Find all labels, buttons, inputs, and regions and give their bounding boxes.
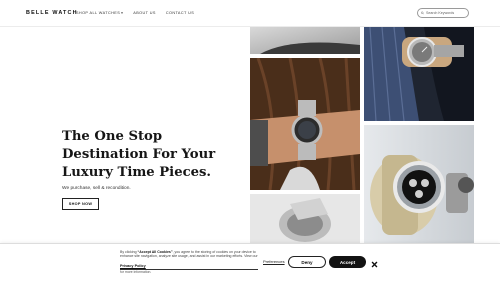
nav-contact-us[interactable]: CONTACT US bbox=[166, 11, 194, 15]
close-banner-button[interactable] bbox=[369, 256, 379, 268]
brand-logo[interactable]: BELLE WATCH bbox=[26, 10, 78, 16]
accept-button[interactable]: Accept bbox=[329, 256, 366, 268]
chevron-down-icon: ▾ bbox=[121, 11, 124, 15]
cookie-banner bbox=[0, 243, 500, 281]
nav-shop-all-watches[interactable]: SHOP ALL WATCHES▾ bbox=[76, 11, 123, 15]
search-input[interactable] bbox=[426, 11, 468, 15]
hero-subtitle: We purchase, sell & recondition. bbox=[62, 186, 131, 191]
search-box[interactable] bbox=[417, 8, 469, 18]
nav-label: ABOUT US bbox=[133, 11, 156, 15]
cookie-text-bold: “Accept All Cookies” bbox=[137, 250, 173, 254]
deny-button[interactable]: Deny bbox=[288, 256, 326, 268]
main-nav: SHOP ALL WATCHES▾ ABOUT US CONTACT US bbox=[76, 11, 204, 15]
shop-now-button[interactable]: SHOP NOW bbox=[62, 198, 99, 210]
hero-title-line: Destination For Your bbox=[62, 147, 216, 162]
cookie-consent-text: By clicking “Accept All Cookies”, you ag… bbox=[120, 250, 260, 259]
privacy-policy-link[interactable]: Privacy Policy bbox=[120, 264, 146, 268]
watch-photo-strap bbox=[250, 27, 360, 54]
close-icon bbox=[371, 261, 377, 268]
hero-title-line: The One Stop bbox=[62, 129, 163, 144]
nav-label: SHOP ALL WATCHES bbox=[76, 11, 121, 15]
nav-about-us[interactable]: ABOUT US bbox=[133, 11, 156, 15]
hero-title: The One Stop Destination For Your Luxury… bbox=[62, 128, 242, 182]
more-info-text: for more information. bbox=[120, 270, 152, 274]
watch-photo-silver bbox=[250, 194, 360, 244]
site-header: BELLE WATCH SHOP ALL WATCHES▾ ABOUT US C… bbox=[0, 0, 500, 27]
cookie-text-prefix: By clicking bbox=[120, 250, 138, 254]
watch-photo-wrist-sleeve bbox=[364, 27, 474, 121]
search-icon bbox=[421, 11, 424, 15]
watch-photo-chronograph bbox=[364, 125, 474, 243]
preferences-button[interactable]: Preferences bbox=[263, 259, 285, 264]
watch-photo-on-wood bbox=[250, 58, 360, 190]
hero-title-line: Luxury Time Pieces. bbox=[62, 165, 212, 180]
nav-label: CONTACT US bbox=[165, 11, 195, 15]
